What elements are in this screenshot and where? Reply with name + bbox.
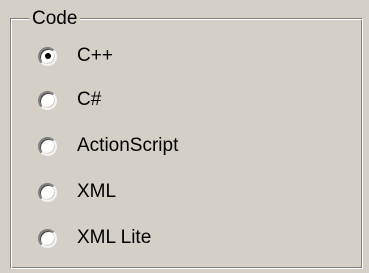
- radio-button[interactable]: [38, 228, 57, 248]
- radio-label: XML Lite: [77, 227, 152, 248]
- groupbox-title: Code: [29, 9, 81, 29]
- radio-button[interactable]: [38, 136, 57, 156]
- radio-label: C#: [77, 89, 102, 110]
- radio-option-xml-lite[interactable]: XML Lite: [38, 225, 151, 251]
- radio-label: ActionScript: [77, 135, 179, 156]
- radio-option-csharp[interactable]: C#: [38, 87, 101, 113]
- radio-selected-dot: [44, 53, 51, 59]
- radio-button[interactable]: [38, 90, 57, 110]
- code-panel: Code C++ C# ActionScript XML XML Lite: [0, 0, 369, 273]
- radio-option-actionscript[interactable]: ActionScript: [38, 133, 178, 159]
- radio-label: XML: [77, 181, 117, 202]
- radio-option-cpp[interactable]: C++: [38, 43, 113, 69]
- radio-button[interactable]: [38, 182, 57, 202]
- radio-option-xml[interactable]: XML: [38, 179, 116, 205]
- radio-label: C++: [77, 45, 113, 66]
- radio-button[interactable]: [38, 46, 57, 66]
